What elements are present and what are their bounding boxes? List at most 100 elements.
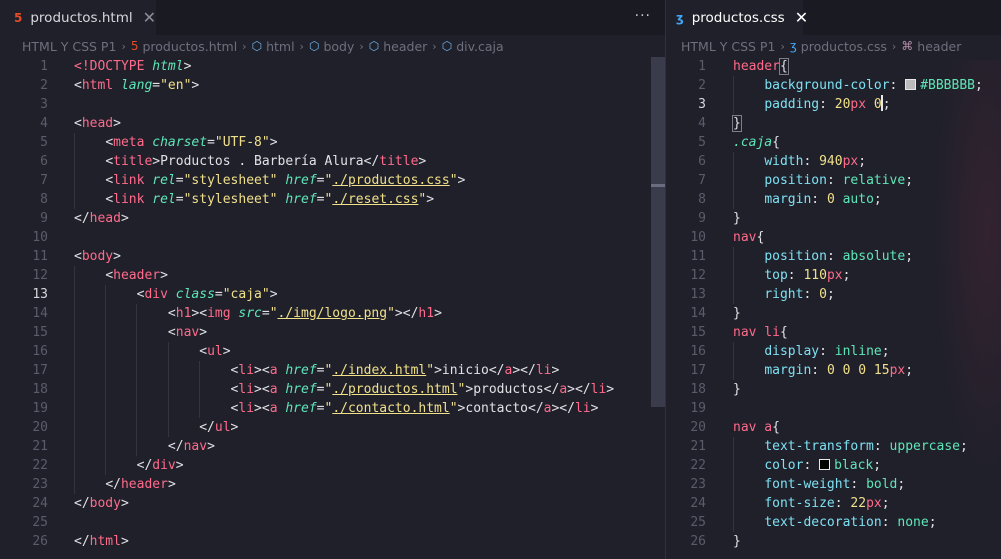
code-token: nav bbox=[175, 325, 200, 340]
code-content: <li><a href="./productos.html">productos… bbox=[74, 380, 615, 399]
code-content: .caja{ bbox=[733, 133, 780, 152]
line-number: 15 bbox=[32, 325, 48, 340]
code-token: productos bbox=[473, 382, 544, 397]
code-content: position: absolute; bbox=[733, 247, 913, 266]
code-token: display bbox=[764, 344, 820, 359]
code-content: </header> bbox=[74, 475, 175, 494]
code-token: ./productos.css bbox=[332, 173, 450, 188]
code-line: 11 <body> bbox=[0, 247, 665, 266]
code-token: : bbox=[787, 268, 804, 283]
chevron-right-icon: › bbox=[121, 39, 126, 53]
scrollbar-thumb[interactable] bbox=[651, 57, 665, 407]
breadcrumb-item[interactable]: productos.html bbox=[142, 39, 237, 54]
breadcrumb-item[interactable]: div.caja bbox=[456, 39, 503, 54]
code-content: </head> bbox=[74, 209, 129, 228]
code-line: 16 <ul> bbox=[0, 342, 665, 361]
scrollbar-cursor-marker bbox=[651, 184, 665, 187]
color-swatch[interactable] bbox=[819, 459, 831, 470]
code-token: ; bbox=[882, 97, 891, 112]
code-line: 3 bbox=[0, 95, 665, 114]
tab-label: productos.html bbox=[30, 9, 133, 26]
code-line: 5 .caja{ bbox=[666, 133, 1001, 152]
line-number: 20 bbox=[690, 420, 706, 435]
code-token: ; bbox=[928, 515, 937, 530]
breadcrumb-item[interactable]: header bbox=[917, 39, 961, 54]
code-content: padding: 20px 0; bbox=[733, 95, 891, 114]
code-token: px bbox=[889, 363, 906, 378]
code-token: >< bbox=[254, 363, 270, 378]
code-token: </ bbox=[105, 477, 121, 492]
breadcrumb-item[interactable]: header bbox=[383, 39, 427, 54]
line-number: 13 bbox=[32, 287, 48, 302]
code-token: text-decoration bbox=[764, 515, 882, 530]
code-token: >< bbox=[254, 401, 270, 416]
breadcrumb-item[interactable]: HTML Y CSS P1 bbox=[22, 39, 116, 54]
code-token: > bbox=[175, 458, 184, 473]
close-icon[interactable]: ✕ bbox=[795, 8, 808, 27]
code-token: { bbox=[778, 58, 789, 75]
code-token: { bbox=[756, 230, 765, 245]
code-token: ; bbox=[881, 496, 890, 511]
line-number: 10 bbox=[690, 230, 706, 245]
code-token: : bbox=[803, 154, 820, 169]
code-content: </div> bbox=[74, 456, 184, 475]
file-icon: 5 bbox=[130, 39, 139, 53]
code-editor-html[interactable]: 1 <!DOCTYPE html> 2 <html lang="en"> 3 4 <head… bbox=[0, 57, 665, 559]
code-line: 12 top: 110px; bbox=[666, 266, 1001, 285]
code-token: inline bbox=[834, 344, 882, 359]
code-token: a bbox=[559, 382, 568, 397]
line-number: 3 bbox=[40, 97, 48, 112]
code-token: ; bbox=[905, 249, 914, 264]
code-token: href bbox=[285, 382, 317, 397]
code-token: margin bbox=[764, 192, 812, 207]
code-content: top: 110px; bbox=[733, 266, 850, 285]
tab-productos-css[interactable]: ʒ productos.css ✕ bbox=[666, 0, 808, 35]
more-actions-icon[interactable]: ··· bbox=[635, 8, 651, 24]
breadcrumb-item[interactable]: productos.css bbox=[801, 39, 887, 54]
code-content: color: black; bbox=[733, 456, 881, 475]
code-token: 940 bbox=[819, 154, 843, 169]
code-token: relative bbox=[842, 173, 906, 188]
code-token: ./index.html bbox=[332, 363, 427, 378]
line-number: 19 bbox=[32, 401, 48, 416]
line-number: 13 bbox=[690, 287, 706, 302]
code-line: 12 <header> bbox=[0, 266, 665, 285]
line-number: 15 bbox=[690, 325, 706, 340]
breadcrumb-item[interactable]: body bbox=[323, 39, 354, 54]
line-number: 16 bbox=[32, 344, 48, 359]
code-editor-css[interactable]: 1 header{2 background-color: #BBBBBB; 3 pa… bbox=[666, 57, 1001, 559]
color-swatch[interactable] bbox=[905, 79, 917, 90]
line-number: 26 bbox=[690, 534, 706, 549]
code-token: auto bbox=[842, 192, 874, 207]
line-number: 4 bbox=[698, 116, 706, 131]
code-token: #BBBBBB bbox=[920, 78, 975, 93]
code-line: 8 margin: 0 auto; bbox=[666, 190, 1001, 209]
code-content: <li><a href="./contacto.html">contacto</… bbox=[74, 399, 599, 418]
close-icon[interactable]: ✕ bbox=[143, 8, 156, 27]
breadcrumb-item[interactable]: HTML Y CSS P1 bbox=[681, 39, 775, 54]
line-number: 22 bbox=[690, 458, 706, 473]
code-token: nav li bbox=[733, 325, 780, 340]
code-token: "caja" bbox=[222, 287, 270, 302]
line-number: 2 bbox=[40, 78, 48, 93]
line-number: 6 bbox=[698, 154, 706, 169]
code-token: " bbox=[269, 306, 278, 321]
breadcrumb: HTML Y CSS P1 › 5 productos.html › ⬡ html › ⬡ bod… bbox=[0, 35, 665, 57]
line-number: 5 bbox=[698, 135, 706, 150]
breadcrumb-item[interactable]: html bbox=[266, 39, 294, 54]
code-content: </html> bbox=[74, 532, 129, 551]
tab-productos-html[interactable]: 5 productos.html ✕ bbox=[0, 0, 156, 35]
code-line: 18} bbox=[666, 380, 1001, 399]
code-token: contacto bbox=[465, 401, 528, 416]
line-number: 17 bbox=[32, 363, 48, 378]
code-line: 15 nav li{ bbox=[666, 323, 1001, 342]
code-token: px bbox=[842, 154, 859, 169]
code-token: padding bbox=[764, 97, 820, 112]
code-content: <h1><img src="./img/logo.png"></h1> bbox=[74, 304, 442, 323]
code-line: 14} bbox=[666, 304, 1001, 323]
code-token: > bbox=[160, 268, 168, 283]
code-line: 7 <link rel="stylesheet" href="./product… bbox=[0, 171, 665, 190]
